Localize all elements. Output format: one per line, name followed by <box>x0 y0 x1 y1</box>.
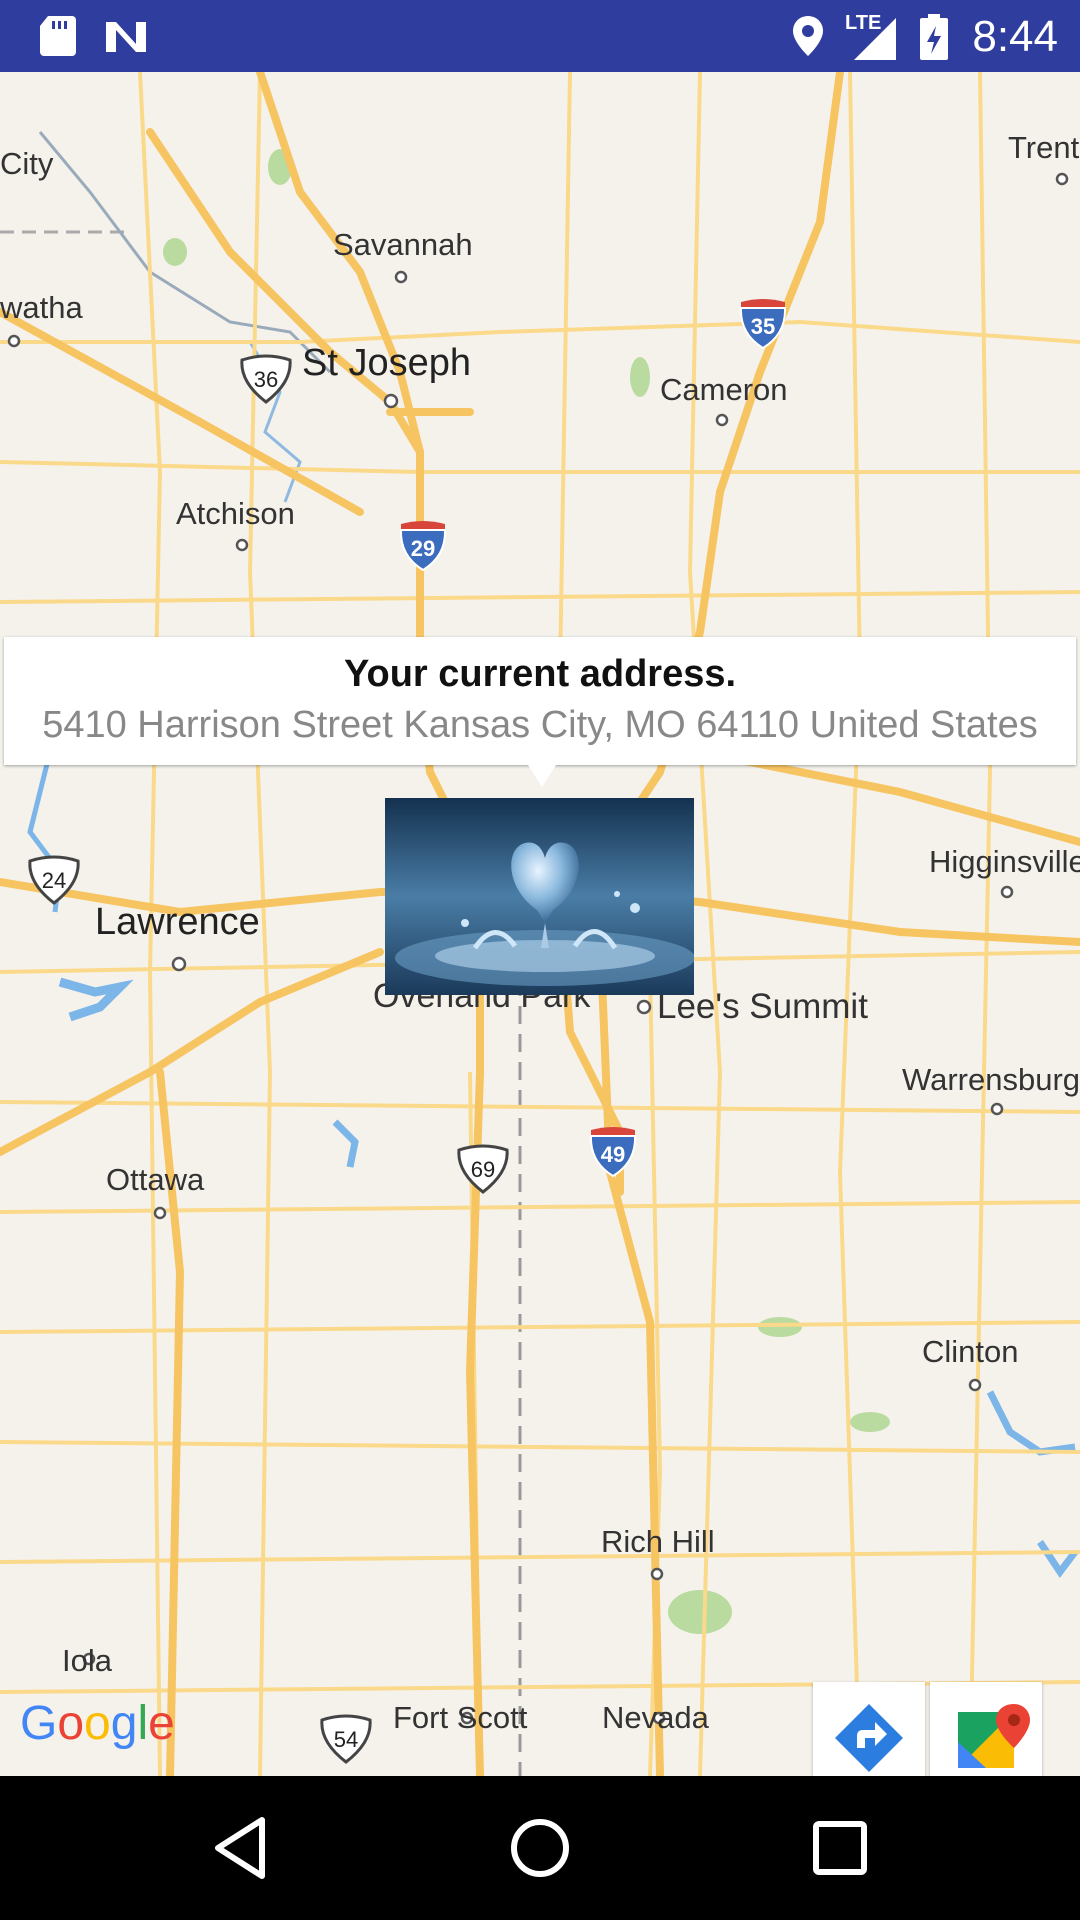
marker-info-window[interactable]: Your current address. 5410 Harrison Stre… <box>4 637 1076 765</box>
recents-icon[interactable] <box>798 1806 882 1890</box>
navigation-bar <box>0 1776 1080 1920</box>
back-icon[interactable] <box>200 1806 284 1890</box>
place-label-lawrence: Lawrence <box>95 901 260 943</box>
place-label-warrensburg: Warrensburg <box>902 1062 1080 1097</box>
google-logo: Google <box>20 1697 175 1750</box>
place-label-st-joseph: St Joseph <box>302 342 471 384</box>
google-maps-icon <box>958 1704 1030 1768</box>
map-view[interactable]: City Trent Savannah watha St Joseph Came… <box>0 72 1080 1776</box>
directions-icon <box>835 1704 903 1772</box>
directions-button[interactable] <box>813 1682 925 1776</box>
shield-label: 29 <box>411 536 435 561</box>
shield-label: 69 <box>471 1157 495 1182</box>
n-notification-icon <box>106 22 146 52</box>
place-label-savannah: Savannah <box>333 227 473 262</box>
clock: 8:44 <box>972 12 1058 61</box>
place-label-atchison: Atchison <box>176 496 295 531</box>
place-label-cameron: Cameron <box>660 372 788 407</box>
custom-marker-image[interactable] <box>385 798 694 995</box>
interstate-shield: 35 <box>739 299 787 350</box>
battery-charging-icon <box>920 14 948 60</box>
us-route-shield: 24 <box>28 855 80 905</box>
place-label-ottawa: Ottawa <box>106 1162 205 1197</box>
shield-label: 35 <box>751 314 775 339</box>
us-route-shield: 54 <box>320 1714 372 1764</box>
sd-card-icon <box>40 16 76 56</box>
status-bar: LTE 8:44 <box>0 0 1080 72</box>
place-label-clinton: Clinton <box>922 1334 1019 1369</box>
place-label-iola: Iola <box>62 1643 112 1678</box>
shield-label: 49 <box>601 1142 625 1167</box>
us-route-shield: 69 <box>457 1144 509 1194</box>
open-in-maps-button[interactable] <box>930 1682 1042 1776</box>
shield-label: 24 <box>42 868 66 893</box>
location-icon <box>793 16 823 56</box>
signal-icon <box>854 18 896 60</box>
info-window-pointer <box>528 765 556 787</box>
place-label-nevada: Nevada <box>602 1700 709 1735</box>
place-label-fort-scott: Fort Scott <box>393 1700 528 1735</box>
info-window-title: Your current address. <box>343 653 737 695</box>
home-icon[interactable] <box>498 1806 582 1890</box>
place-label-higginsville: Higginsville <box>929 844 1080 879</box>
place-label-watha: watha <box>0 290 83 325</box>
place-label-city: City <box>0 146 54 181</box>
place-label-rich-hill: Rich Hill <box>601 1524 715 1559</box>
interstate-shield: 49 <box>589 1127 637 1178</box>
us-route-shield: 36 <box>240 354 292 404</box>
info-window-address: 5410 Harrison Street Kansas City, MO 641… <box>42 704 1038 746</box>
shield-label: 36 <box>254 367 278 392</box>
place-label-trenton: Trent <box>1008 130 1080 165</box>
shield-label: 54 <box>334 1727 358 1752</box>
interstate-shield: 29 <box>399 521 447 572</box>
